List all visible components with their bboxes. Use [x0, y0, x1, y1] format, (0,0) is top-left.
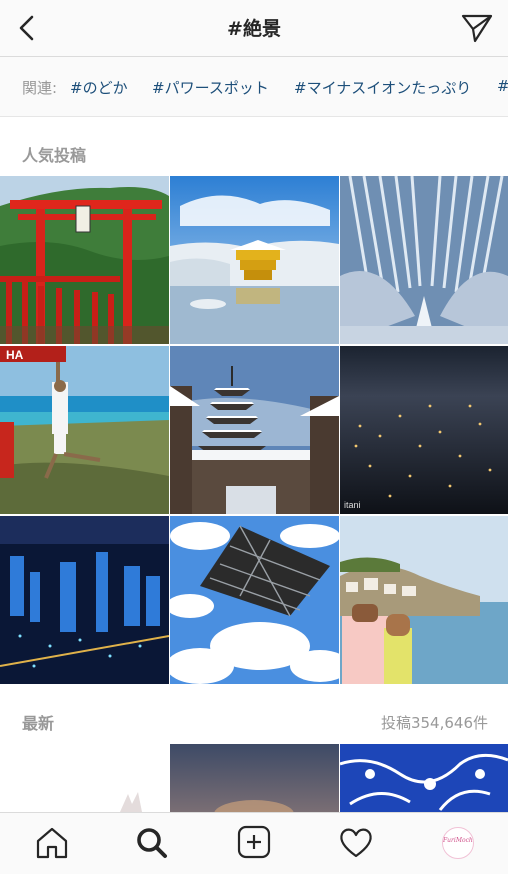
paper-plane-icon[interactable] — [460, 12, 494, 44]
photo-watermark: itani — [344, 500, 361, 510]
recent-photo-1 — [0, 744, 169, 812]
post-thumbnail[interactable]: itani — [340, 346, 508, 514]
recent-photo-3 — [340, 744, 508, 812]
recent-heading: 最新 — [22, 714, 55, 733]
post-thumbnail[interactable] — [170, 176, 339, 344]
post-thumbnail[interactable] — [0, 516, 169, 684]
avatar-label: FuriMochi — [443, 837, 474, 844]
related-tag[interactable]: #のどか — [70, 77, 128, 98]
related-hashtags-bar: 関連: #のどか #パワースポット #マイナスイオンたっぷり # — [0, 57, 508, 117]
post-thumbnail[interactable] — [340, 516, 508, 684]
bamboo-forest-photo — [340, 176, 508, 344]
related-label: 関連: — [22, 79, 58, 97]
related-tag[interactable]: #マイナスイオンたっぷり — [294, 77, 471, 98]
pagoda-photo — [170, 346, 339, 514]
related-tag[interactable]: # — [497, 77, 508, 95]
sign-text: HA — [6, 348, 24, 362]
post-thumbnail[interactable] — [340, 744, 508, 812]
post-count: 投稿354,646件 — [380, 714, 488, 732]
popular-heading: 人気投稿 — [22, 146, 87, 165]
beach-sign-photo: HA — [0, 346, 169, 514]
torii-photo — [0, 176, 169, 344]
search-icon[interactable] — [132, 825, 172, 861]
new-post-icon[interactable] — [234, 825, 274, 861]
recent-posts-row — [0, 744, 508, 812]
post-thumbnail[interactable] — [170, 516, 339, 684]
post-thumbnail[interactable] — [0, 744, 169, 812]
bottom-tab-bar: FuriMochi — [0, 812, 508, 874]
post-thumbnail[interactable] — [170, 744, 339, 812]
post-thumbnail[interactable] — [170, 346, 339, 514]
recent-photo-2 — [170, 744, 339, 812]
blue-city-photo — [0, 516, 169, 684]
top-bar: #絶景 — [0, 0, 508, 57]
page-title: #絶景 — [227, 18, 281, 40]
post-thumbnail[interactable] — [340, 176, 508, 344]
activity-heart-icon[interactable] — [336, 825, 376, 861]
couple-coast-photo — [340, 516, 508, 684]
related-tag[interactable]: #パワースポット — [152, 77, 269, 98]
golden-pavilion-photo — [170, 176, 339, 344]
profile-avatar[interactable]: FuriMochi — [442, 827, 474, 859]
post-thumbnail[interactable]: HA — [0, 346, 169, 514]
steel-tower-photo — [170, 516, 339, 684]
post-thumbnail[interactable] — [0, 176, 169, 344]
city-night-view-photo: itani — [340, 346, 508, 514]
home-icon[interactable] — [32, 825, 72, 861]
